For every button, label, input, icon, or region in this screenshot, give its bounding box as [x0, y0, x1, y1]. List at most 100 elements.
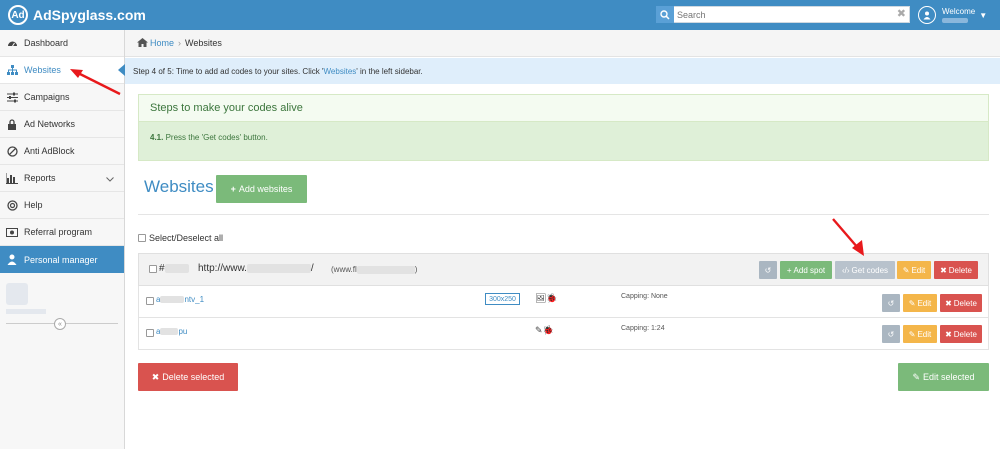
welcome-label: Welcome [942, 7, 976, 16]
delete-site-button[interactable]: ✖ Delete [934, 261, 978, 279]
dashboard-icon [6, 37, 18, 49]
user-menu[interactable]: Welcome ▼ [918, 3, 987, 27]
edit-icon: ✎ [912, 371, 920, 382]
search-icon[interactable] [656, 6, 674, 23]
sidebar-item-referral[interactable]: Referral program [0, 219, 124, 246]
sliders-icon [6, 91, 18, 103]
edit-spot-button[interactable]: ✎ Edit [903, 294, 937, 312]
spot-size-badge: 300x250 [485, 293, 520, 305]
home-icon [137, 37, 148, 49]
history-icon: ↺ [887, 298, 895, 308]
plus-icon: + [230, 184, 236, 194]
close-icon: ✖ [945, 298, 952, 308]
clear-search-icon[interactable]: ✖ [897, 7, 906, 20]
search-input[interactable] [674, 6, 910, 23]
step-notice: Step 4 of 5: Time to add ad codes to you… [125, 58, 1000, 84]
redacted [160, 328, 179, 335]
history-button[interactable]: ↺ [759, 261, 777, 279]
spot-type-icons: 🖼🐞 [535, 293, 558, 303]
add-websites-button[interactable]: + Add websites [216, 175, 307, 203]
spot-name-link[interactable]: a pu [156, 327, 187, 336]
edit-selected-button[interactable]: ✎ Edit selected [898, 363, 989, 391]
manager-name-redacted [6, 309, 46, 314]
divider [138, 214, 989, 215]
select-all[interactable]: Select/Deselect all [138, 233, 223, 243]
breadcrumb-current: Websites [185, 38, 222, 48]
spot-row: a ntv_1 300x250 🖼🐞 Capping: None ↺ ✎ Edit … [138, 286, 989, 318]
sidebar-item-dashboard[interactable]: Dashboard [0, 30, 124, 57]
breadcrumb: Home › Websites [125, 30, 1000, 57]
spot-type-icons: ✎🐞 [535, 325, 554, 335]
history-button[interactable]: ↺ [882, 294, 900, 312]
sidebar: Dashboard Websites Campaigns Ad Networks… [0, 30, 125, 449]
site-domain: (www.fl) [331, 265, 418, 274]
add-spot-button[interactable]: + Add spot [780, 261, 832, 279]
sidebar-collapse: « [0, 318, 124, 330]
edit-icon: ✎ [902, 265, 910, 275]
logo-ad-icon: Ad [8, 5, 28, 25]
sidebar-item-websites[interactable]: Websites [0, 57, 125, 84]
app-logo[interactable]: Ad AdSpyglass.com [8, 4, 146, 26]
bar-chart-icon [6, 172, 18, 184]
collapse-sidebar-icon[interactable]: « [54, 318, 66, 330]
sidebar-item-ad-networks[interactable]: Ad Networks [0, 111, 124, 138]
search-box: ✖ [656, 6, 910, 23]
chevron-down-icon [106, 174, 114, 184]
steps-title: Steps to make your codes alive [139, 95, 988, 122]
page-title: Websites [144, 177, 214, 196]
delete-selected-button[interactable]: ✖ Delete selected [138, 363, 238, 391]
close-icon: ✖ [945, 329, 952, 339]
edit-spot-button[interactable]: ✎ Edit [903, 325, 937, 343]
sidebar-item-campaigns[interactable]: Campaigns [0, 84, 124, 111]
close-icon: ✖ [940, 265, 947, 275]
plus-icon: + [786, 265, 792, 275]
edit-icon: ✎ [908, 298, 916, 308]
logo-text: AdSpyglass.com [33, 7, 146, 23]
sidebar-item-reports[interactable]: Reports [0, 165, 124, 192]
edit-icon: ✎ [908, 329, 916, 339]
spot-checkbox[interactable] [146, 329, 154, 337]
manager-avatar-redacted [6, 283, 28, 305]
chevron-down-icon: ▼ [979, 10, 988, 20]
site-checkbox[interactable] [149, 265, 157, 273]
site-url: http://www. / [198, 263, 314, 274]
history-button[interactable]: ↺ [882, 325, 900, 343]
site-id: # [159, 263, 189, 274]
delete-spot-button[interactable]: ✖ Delete [940, 325, 982, 343]
user-avatar-icon [918, 6, 936, 24]
user-icon [6, 254, 18, 266]
history-icon: ↺ [764, 265, 772, 275]
steps-instruction: 4.1. Press the 'Get codes' button. [150, 133, 268, 142]
spot-capping: Capping: None [621, 293, 668, 300]
spot-row: a pu ✎🐞 Capping: 1:24 ↺ ✎ Edit ✖ Delete [138, 318, 989, 350]
top-bar: Ad AdSpyglass.com ✖ Welcome ▼ [0, 0, 1000, 30]
spot-capping: Capping: 1:24 [621, 325, 665, 332]
lock-icon [6, 118, 18, 130]
edit-site-button[interactable]: ✎ Edit [897, 261, 931, 279]
redacted [164, 264, 189, 273]
history-icon: ↺ [887, 329, 895, 339]
site-row: # http://www. / (www.fl) ↺ + Add spot ‹/› G… [138, 253, 989, 286]
spot-name-link[interactable]: a ntv_1 [156, 295, 204, 304]
sidebar-item-anti-adblock[interactable]: Anti AdBlock [0, 138, 124, 165]
ban-icon [6, 145, 18, 157]
steps-panel: Steps to make your codes alive 4.1. Pres… [138, 94, 989, 161]
redacted [160, 296, 185, 303]
get-codes-button[interactable]: ‹/› Get codes [835, 261, 895, 279]
step-websites-link[interactable]: Websites [324, 67, 357, 76]
close-icon: ✖ [151, 371, 160, 382]
money-icon [6, 226, 18, 238]
code-icon: ‹/› [841, 265, 850, 275]
sitemap-icon [6, 64, 18, 76]
user-name-redacted [942, 18, 968, 23]
spot-checkbox[interactable] [146, 297, 154, 305]
redacted [246, 264, 311, 273]
lifebuoy-icon [6, 199, 18, 211]
sidebar-personal-manager[interactable]: Personal manager [0, 246, 124, 273]
redacted [356, 265, 415, 274]
sidebar-item-help[interactable]: Help [0, 192, 124, 219]
breadcrumb-separator: › [178, 38, 182, 48]
select-all-checkbox[interactable] [138, 234, 146, 242]
delete-spot-button[interactable]: ✖ Delete [940, 294, 982, 312]
breadcrumb-home[interactable]: Home [137, 37, 174, 49]
